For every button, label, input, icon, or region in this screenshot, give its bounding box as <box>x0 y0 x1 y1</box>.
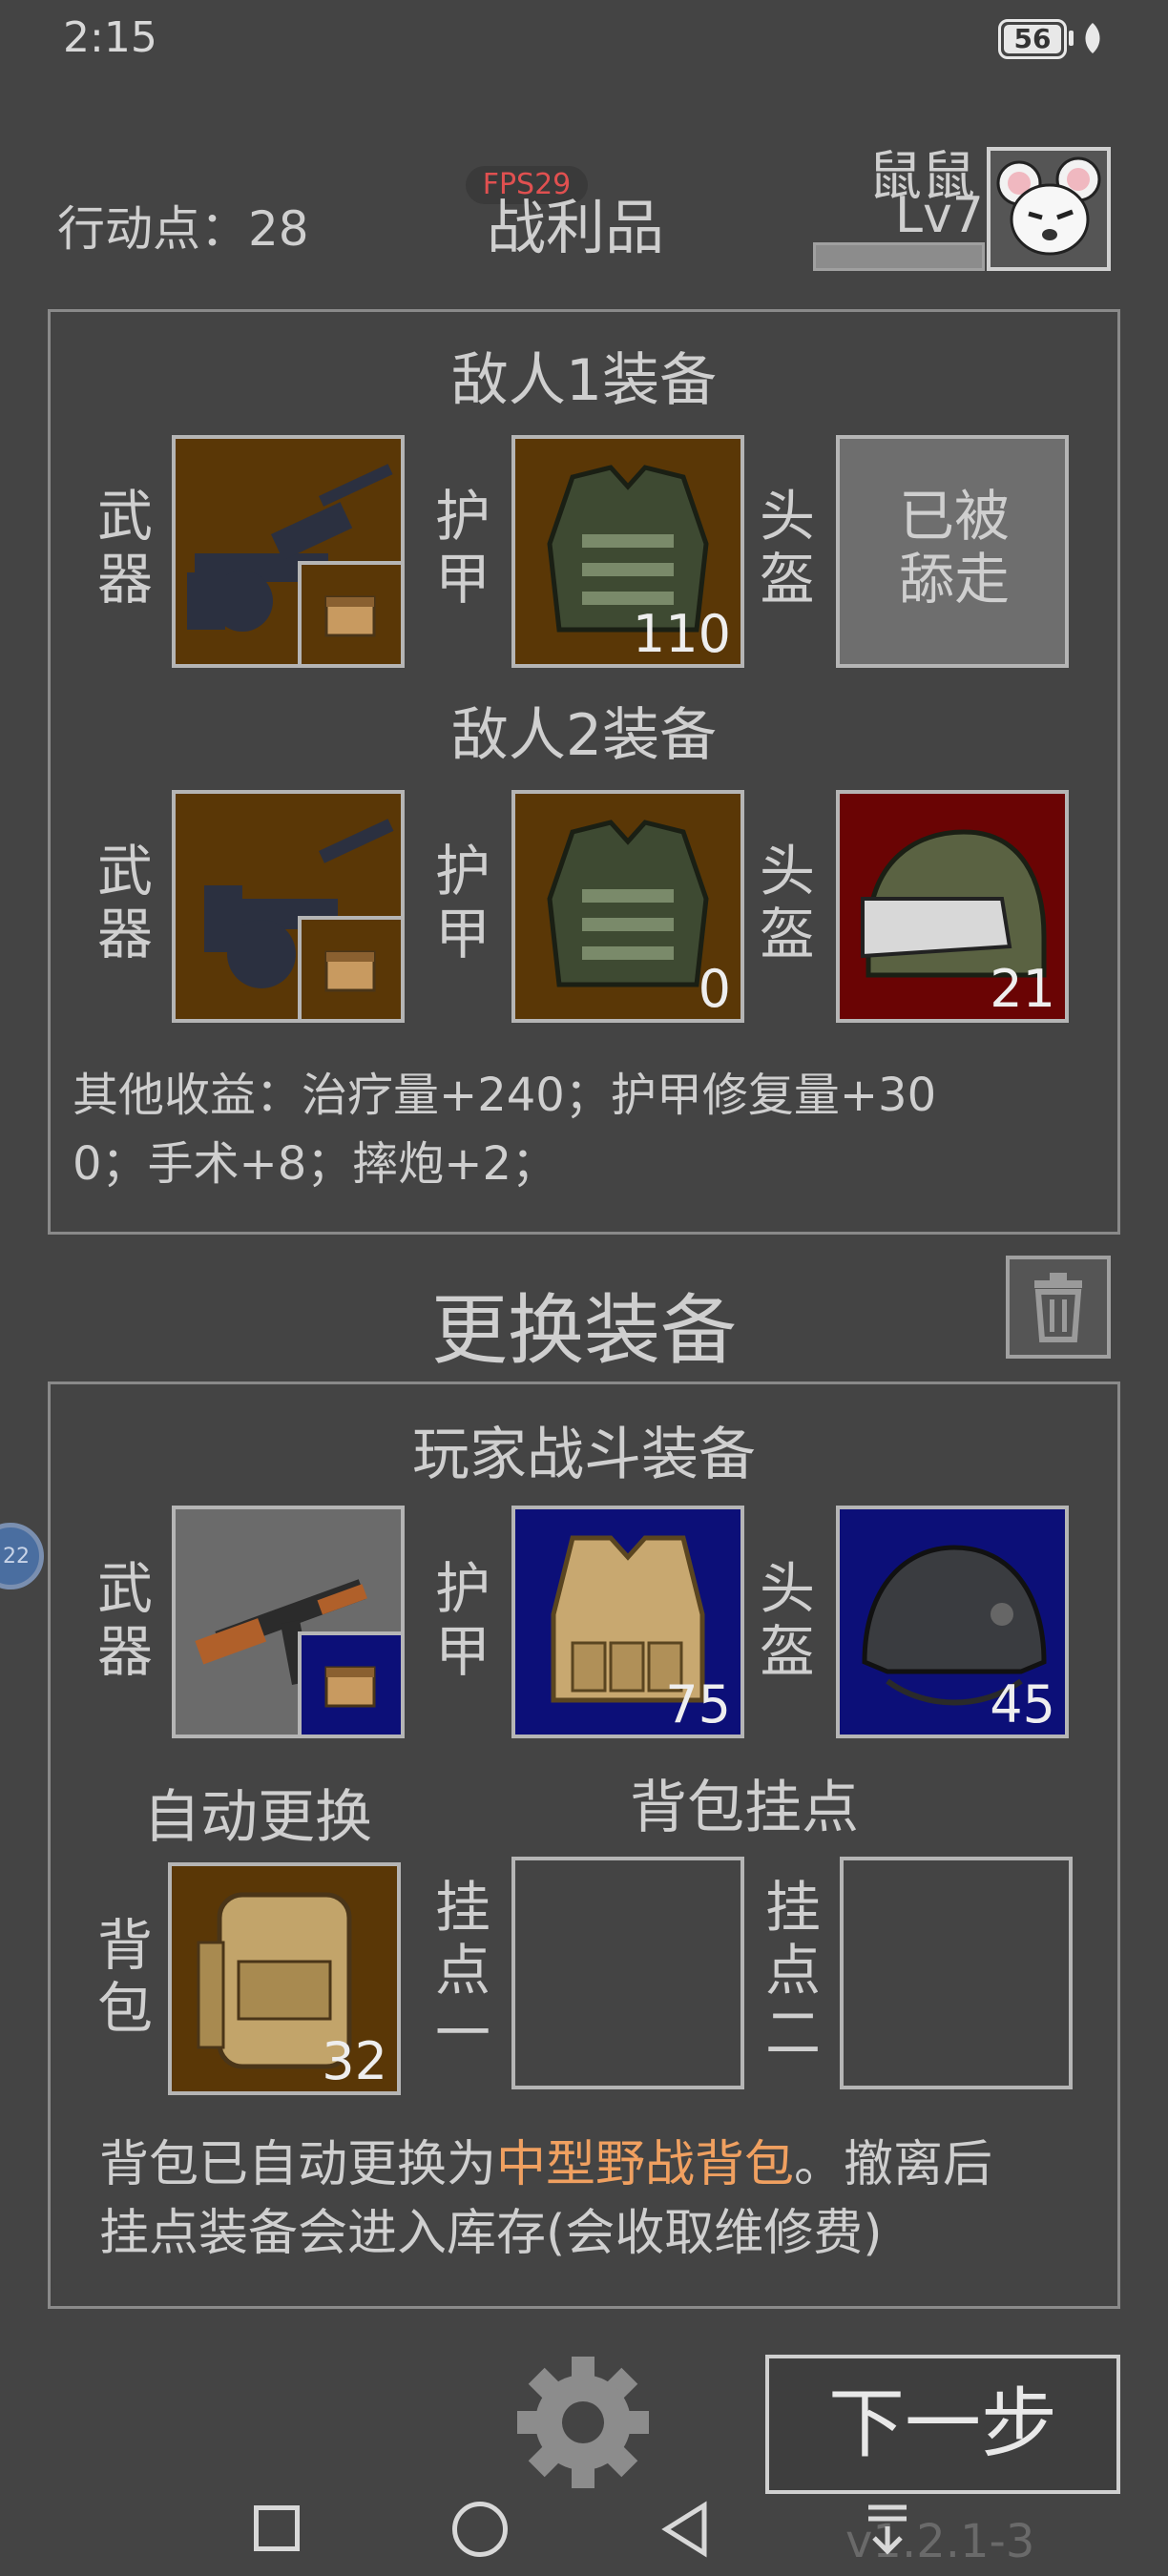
player-ammo-slot[interactable] <box>298 1631 401 1735</box>
player-armor-label: 护甲 <box>434 1556 490 1684</box>
enemy2-helmet-slot[interactable]: 21 <box>836 790 1069 1023</box>
enemy1-helmet-slot[interactable]: 已被舔走 <box>836 435 1069 668</box>
floating-assist-badge[interactable]: 22 <box>0 1523 44 1589</box>
back-triangle-icon <box>661 2501 707 2558</box>
enemy2-armor-durability: 0 <box>698 959 731 1019</box>
backpack-durability: 32 <box>322 2031 387 2091</box>
ammo-box-icon <box>324 1666 376 1708</box>
enemy2-title: 敌人2装备 <box>450 702 718 769</box>
backpack-note-line2: 挂点装备会进入库存(会收取维修费) <box>99 2205 883 2262</box>
nav-back-button[interactable] <box>658 2500 710 2563</box>
backpack-slot[interactable]: 32 <box>168 1862 401 2095</box>
next-step-button[interactable]: 下一步 <box>765 2355 1120 2494</box>
auto-swap-label: 自动更换 <box>143 1784 372 1851</box>
ammo-box-icon <box>324 595 376 637</box>
backpack-label: 背包 <box>96 1913 153 2041</box>
backpack-mounts-title: 背包挂点 <box>630 1775 859 1841</box>
download-icon <box>868 2504 907 2555</box>
floating-badge-text: 22 <box>3 1545 30 1568</box>
enemy1-weapon-slot[interactable] <box>172 435 405 668</box>
note-suffix: 。撤离后 <box>794 2136 993 2193</box>
player-armor-durability: 75 <box>665 1674 731 1735</box>
enemy1-weapon-label: 武器 <box>96 484 153 612</box>
player-helmet-label: 头盔 <box>759 1556 815 1684</box>
other-gains-line2: 0；手术+8；摔炮+2； <box>73 1137 558 1191</box>
trash-icon <box>1034 1273 1082 1342</box>
note-prefix: 背包已自动更换为 <box>99 2136 497 2193</box>
mount2-slot[interactable] <box>840 1857 1073 2089</box>
gear-icon <box>517 2357 649 2488</box>
enemy1-ammo-slot[interactable] <box>298 561 401 664</box>
helmet-taken-status: 已被舔走 <box>898 484 1010 612</box>
enemy1-armor-durability: 110 <box>632 604 731 664</box>
battery-level: 56 <box>1004 25 1061 53</box>
nav-dropdown-button[interactable] <box>859 2500 916 2561</box>
enemy1-title: 敌人1装备 <box>450 347 718 414</box>
action-points: 行动点：28 <box>57 201 309 257</box>
player-weapon-slot[interactable] <box>172 1506 405 1738</box>
enemy2-helmet-label: 头盔 <box>759 839 815 966</box>
next-step-label: 下一步 <box>828 2379 1057 2468</box>
nav-home-button[interactable] <box>452 2502 508 2557</box>
player-armor-slot[interactable]: 75 <box>511 1506 744 1738</box>
battery-tip-icon <box>1069 31 1074 46</box>
leaf-icon <box>1080 21 1105 59</box>
settings-button[interactable] <box>513 2353 653 2496</box>
battery-icon: 56 <box>998 19 1067 59</box>
status-time: 2:15 <box>63 13 157 62</box>
enemy1-helmet-label: 头盔 <box>759 484 815 612</box>
enemy2-armor-slot[interactable]: 0 <box>511 790 744 1023</box>
mouse-avatar-icon <box>996 156 1101 256</box>
player-weapon-label: 武器 <box>96 1556 153 1684</box>
enemy2-armor-label: 护甲 <box>434 839 490 966</box>
swap-title: 更换装备 <box>431 1286 737 1375</box>
xp-fill <box>816 245 982 268</box>
player-level: Lv7 <box>895 187 984 244</box>
player-helmet-durability: 45 <box>990 1674 1055 1735</box>
other-gains-line1: 其他收益：治疗量+240；护甲修复量+30 <box>73 1069 937 1122</box>
trash-button[interactable] <box>1006 1256 1111 1359</box>
enemy1-armor-slot[interactable]: 110 <box>511 435 744 668</box>
player-gear-title: 玩家战斗装备 <box>412 1422 756 1488</box>
nav-recents-button[interactable] <box>254 2505 300 2551</box>
enemy2-helmet-durability: 21 <box>990 959 1055 1019</box>
enemy1-armor-label: 护甲 <box>434 484 490 612</box>
xp-bar <box>813 242 985 271</box>
player-helmet-slot[interactable]: 45 <box>836 1506 1069 1738</box>
note-highlight: 中型野战背包 <box>496 2136 795 2193</box>
enemy2-weapon-slot[interactable] <box>172 790 405 1023</box>
mount2-label: 挂点二 <box>764 1875 821 2066</box>
ammo-box-icon <box>324 950 376 992</box>
mount1-label: 挂点一 <box>434 1875 490 2066</box>
backpack-note-line1: 背包已自动更换为中型野战背包。撤离后 <box>99 2124 992 2195</box>
enemy2-ammo-slot[interactable] <box>298 916 401 1019</box>
avatar[interactable] <box>987 147 1111 271</box>
page-title: 战利品 <box>487 193 665 262</box>
mount1-slot[interactable] <box>511 1857 744 2089</box>
enemy2-weapon-label: 武器 <box>96 839 153 966</box>
